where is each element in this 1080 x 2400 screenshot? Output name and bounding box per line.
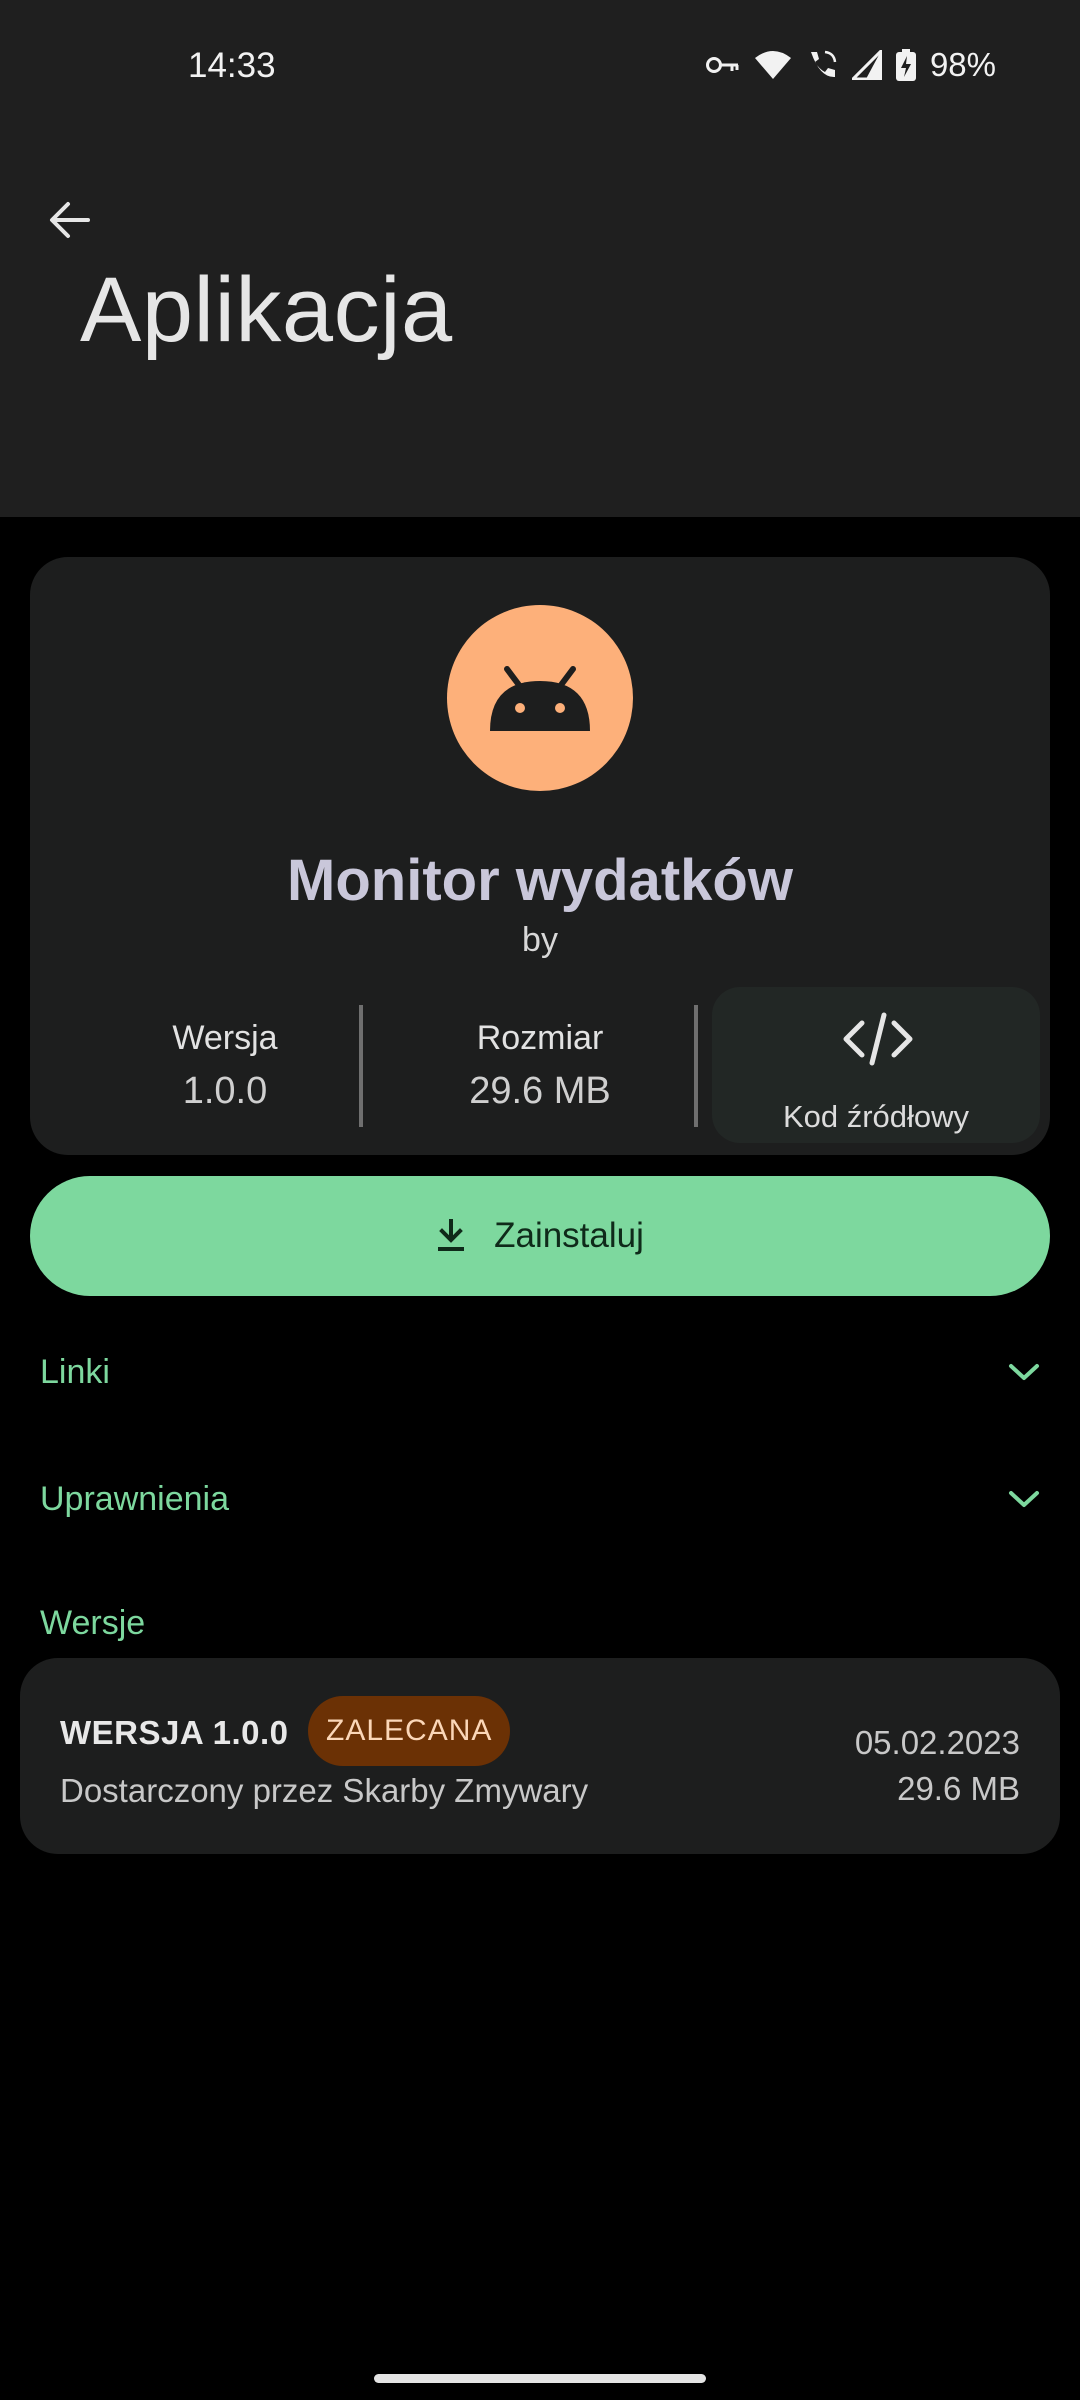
source-code-label: Kod źródłowy: [782, 1099, 970, 1134]
divider: [694, 1005, 698, 1127]
wifi-icon: [754, 50, 792, 80]
app-name: Monitor wydatków: [287, 848, 793, 913]
links-section-toggle[interactable]: Linki: [40, 1342, 1040, 1402]
cellular-signal-icon: [851, 50, 882, 80]
status-time: 14:33: [188, 46, 276, 85]
links-label: Linki: [40, 1352, 110, 1391]
status-icons: 98%: [705, 46, 996, 84]
install-button[interactable]: Zainstaluj: [30, 1176, 1050, 1296]
vpn-key-icon: [705, 54, 740, 76]
back-button[interactable]: [40, 190, 100, 250]
wifi-calling-icon: [806, 50, 838, 80]
permissions-label: Uprawnienia: [40, 1479, 229, 1518]
size-value: 29.6 MB: [469, 1070, 611, 1112]
version-info: Wersja 1.0.0: [90, 1019, 360, 1113]
battery-charging-icon: [895, 49, 916, 81]
divider: [359, 1005, 363, 1127]
android-icon: [490, 666, 590, 731]
install-label: Zainstaluj: [494, 1216, 644, 1255]
version-provider: Dostarczony przez Skarby Zmywary: [60, 1772, 589, 1809]
app-info-card: Monitor wydatków by Wersja 1.0.0 Rozmiar…: [30, 557, 1050, 1155]
versions-heading: Wersje: [40, 1604, 146, 1642]
code-icon: [843, 1012, 913, 1066]
top-app-bar: Aplikacja: [0, 136, 1080, 517]
size-label: Rozmiar: [476, 1019, 604, 1057]
home-indicator[interactable]: [374, 2374, 706, 2383]
app-author: by: [522, 921, 558, 959]
chevron-down-icon: [1009, 1364, 1039, 1380]
version-date: 05.02.2023: [854, 1724, 1020, 1761]
app-icon: [447, 605, 633, 791]
chevron-down-icon: [1009, 1491, 1039, 1507]
version-label: Wersja: [172, 1019, 278, 1057]
arrow-back-icon: [50, 202, 90, 238]
page-title: Aplikacja: [80, 259, 453, 361]
size-info: Rozmiar 29.6 MB: [380, 1019, 700, 1113]
recommended-badge: ZALECANA: [308, 1696, 511, 1766]
version-list-item[interactable]: WERSJA 1.0.0 ZALECANA Dostarczony przez …: [20, 1658, 1060, 1854]
version-size: 29.6 MB: [897, 1770, 1020, 1807]
status-bar: 14:33 98%: [0, 0, 1080, 136]
version-title: WERSJA 1.0.0: [60, 1714, 289, 1751]
battery-percent: 98%: [929, 46, 996, 83]
permissions-section-toggle[interactable]: Uprawnienia: [40, 1469, 1040, 1529]
download-icon: [438, 1219, 465, 1251]
source-code-button[interactable]: Kod źródłowy: [712, 987, 1040, 1143]
version-value: 1.0.0: [182, 1070, 268, 1112]
